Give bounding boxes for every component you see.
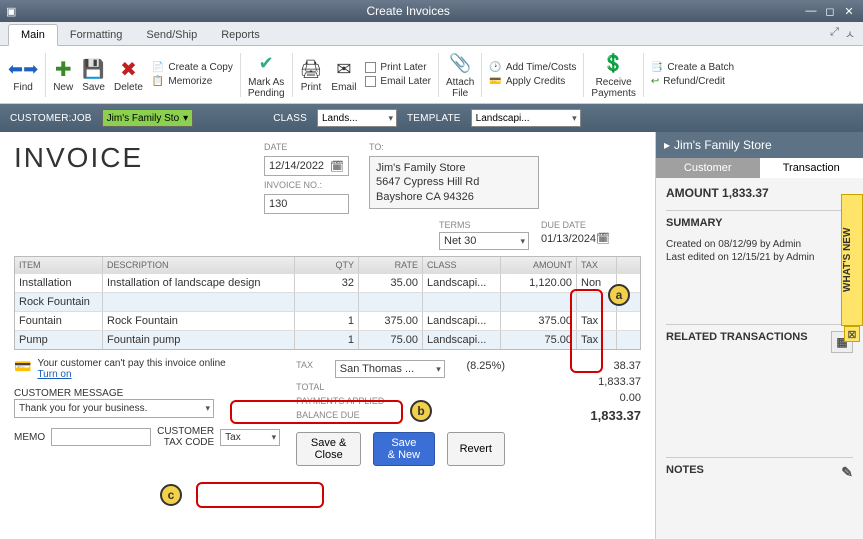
callout-c: c bbox=[160, 484, 182, 506]
minimize-button[interactable]: — bbox=[803, 4, 819, 18]
invoice-form: INVOICE DATE 12/14/2022🗓 INVOICE NO.: 13… bbox=[0, 132, 655, 539]
tab-reports[interactable]: Reports bbox=[209, 25, 272, 45]
table-row[interactable]: FountainRock Fountain1375.00Landscapi...… bbox=[15, 311, 640, 330]
attach-file-button[interactable]: 📎 Attach File bbox=[442, 51, 478, 99]
line-item-grid: ITEM DESCRIPTION QTY RATE CLASS AMOUNT T… bbox=[14, 256, 641, 350]
online-pay-msg: Your customer can't pay this invoice onl… bbox=[37, 358, 225, 369]
terms-label: TERMS bbox=[439, 220, 529, 230]
date-field[interactable]: 12/14/2022🗓 bbox=[264, 156, 349, 176]
calendar-icon[interactable]: 🗓 bbox=[330, 160, 344, 173]
invoice-no-field[interactable]: 130 bbox=[264, 194, 349, 214]
terms-select[interactable]: Net 30 bbox=[439, 232, 529, 250]
tab-customer[interactable]: Customer bbox=[656, 158, 760, 178]
create-batch-button[interactable]: 📑Create a Batch bbox=[651, 62, 734, 73]
print-later-check[interactable]: Print Later bbox=[365, 62, 431, 73]
payments-applied: 0.00 bbox=[620, 392, 641, 404]
tabstrip: Main Formatting Send/Ship Reports ⤢ ㅅ bbox=[0, 22, 863, 46]
due-date-field[interactable]: 01/13/2024🗓 bbox=[541, 232, 641, 245]
expand-icon[interactable]: ⤢ bbox=[830, 26, 839, 42]
add-time-button[interactable]: 🕑Add Time/Costs bbox=[489, 62, 576, 73]
close-button[interactable]: ✕ bbox=[841, 4, 857, 18]
invoice-no-label: INVOICE NO.: bbox=[264, 180, 349, 190]
table-row[interactable]: Rock Fountain bbox=[15, 292, 640, 311]
save-new-button[interactable]: Save & New bbox=[373, 432, 434, 466]
tax-label: TAX bbox=[296, 360, 313, 378]
due-date-label: DUE DATE bbox=[541, 220, 641, 230]
customer-tax-code-select[interactable]: Tax bbox=[220, 429, 280, 446]
class-label: CLASS bbox=[273, 113, 307, 124]
receive-payments-button[interactable]: 💲 Receive Payments bbox=[587, 51, 639, 99]
customer-message-label: CUSTOMER MESSAGE bbox=[14, 388, 280, 399]
table-row[interactable]: PumpFountain pump175.00Landscapi...75.00… bbox=[15, 330, 640, 349]
to-label: TO: bbox=[369, 142, 539, 152]
customer-message-select[interactable]: Thank you for your business. bbox=[14, 399, 214, 418]
template-label: TEMPLATE bbox=[407, 113, 461, 124]
refund-credit-button[interactable]: ↩Refund/Credit bbox=[651, 76, 734, 87]
grid-header: ITEM DESCRIPTION QTY RATE CLASS AMOUNT T… bbox=[15, 257, 640, 273]
tab-transaction[interactable]: Transaction bbox=[760, 158, 863, 178]
edit-notes-icon[interactable]: ✎ bbox=[841, 464, 853, 481]
email-later-check[interactable]: Email Later bbox=[365, 76, 431, 87]
customer-job-label: CUSTOMER:JOB bbox=[10, 113, 92, 124]
tab-main[interactable]: Main bbox=[8, 24, 58, 46]
tax-amount: 38.37 bbox=[613, 360, 641, 372]
tax-item-select[interactable]: San Thomas ... bbox=[335, 360, 445, 378]
callout-a: a bbox=[608, 284, 630, 306]
ribbon: ⬅➡ Find ✚ New 💾 Save ✖ Delete 📄Create a … bbox=[0, 46, 863, 104]
save-close-button[interactable]: Save & Close bbox=[296, 432, 361, 466]
credit-card-icon: 💳 bbox=[14, 358, 31, 375]
save-button[interactable]: 💾 Save bbox=[78, 56, 109, 93]
class-select[interactable]: Lands... bbox=[317, 109, 397, 127]
tab-formatting[interactable]: Formatting bbox=[58, 25, 135, 45]
table-row[interactable]: InstallationInstallation of landscape de… bbox=[15, 273, 640, 292]
create-copy-button[interactable]: 📄Create a Copy bbox=[152, 62, 233, 73]
balance-due: 1,833.37 bbox=[590, 408, 641, 423]
billto-address[interactable]: Jim's Family Store 5647 Cypress Hill Rd … bbox=[369, 156, 539, 209]
memo-field[interactable] bbox=[51, 428, 151, 446]
side-panel: ▸Jim's Family Store Customer Transaction… bbox=[655, 132, 863, 539]
app-icon: ▣ bbox=[6, 5, 16, 18]
customer-job-field[interactable]: Jim's Family Sto▾ bbox=[102, 109, 194, 127]
invoice-heading: INVOICE bbox=[14, 142, 244, 174]
tab-sendship[interactable]: Send/Ship bbox=[134, 25, 209, 45]
calendar-icon[interactable]: 🗓 bbox=[596, 233, 610, 245]
titlebar: ▣ Create Invoices — ◻ ✕ bbox=[0, 0, 863, 22]
print-button[interactable]: 🖨 Print bbox=[296, 56, 327, 93]
memo-label: MEMO bbox=[14, 432, 45, 443]
maximize-button[interactable]: ◻ bbox=[822, 4, 838, 18]
tax-rate: (8.25%) bbox=[466, 360, 505, 378]
new-button[interactable]: ✚ New bbox=[49, 56, 77, 93]
memorize-button[interactable]: 📋Memorize bbox=[152, 76, 233, 87]
callout-b: b bbox=[410, 400, 432, 422]
email-button[interactable]: ✉ Email bbox=[327, 56, 360, 93]
delete-button[interactable]: ✖ Delete bbox=[110, 56, 147, 93]
template-select[interactable]: Landscapi... bbox=[471, 109, 581, 127]
edited-line: Last edited on 12/15/21 by Admin bbox=[666, 251, 853, 264]
side-header: ▸Jim's Family Store bbox=[656, 132, 863, 158]
total-amount: 1,833.37 bbox=[598, 376, 641, 388]
date-label: DATE bbox=[264, 142, 349, 152]
whats-new-close-icon[interactable]: ⊠ bbox=[844, 326, 860, 342]
apply-credits-button[interactable]: 💳Apply Credits bbox=[489, 76, 576, 87]
whats-new-tab[interactable]: WHAT'S NEW bbox=[841, 194, 863, 326]
customer-tax-code-label: CUSTOMER TAX CODE bbox=[157, 426, 214, 448]
window-title: Create Invoices bbox=[16, 4, 800, 18]
revert-button[interactable]: Revert bbox=[447, 432, 505, 466]
created-line: Created on 08/12/99 by Admin bbox=[666, 238, 853, 251]
mark-pending-button[interactable]: ✔ Mark As Pending bbox=[244, 51, 289, 99]
find-button[interactable]: ⬅➡ Find bbox=[4, 56, 42, 93]
jobbar: CUSTOMER:JOB Jim's Family Sto▾ CLASS Lan… bbox=[0, 104, 863, 132]
collapse-icon[interactable]: ㅅ bbox=[845, 26, 855, 42]
turn-on-link[interactable]: Turn on bbox=[37, 369, 71, 380]
